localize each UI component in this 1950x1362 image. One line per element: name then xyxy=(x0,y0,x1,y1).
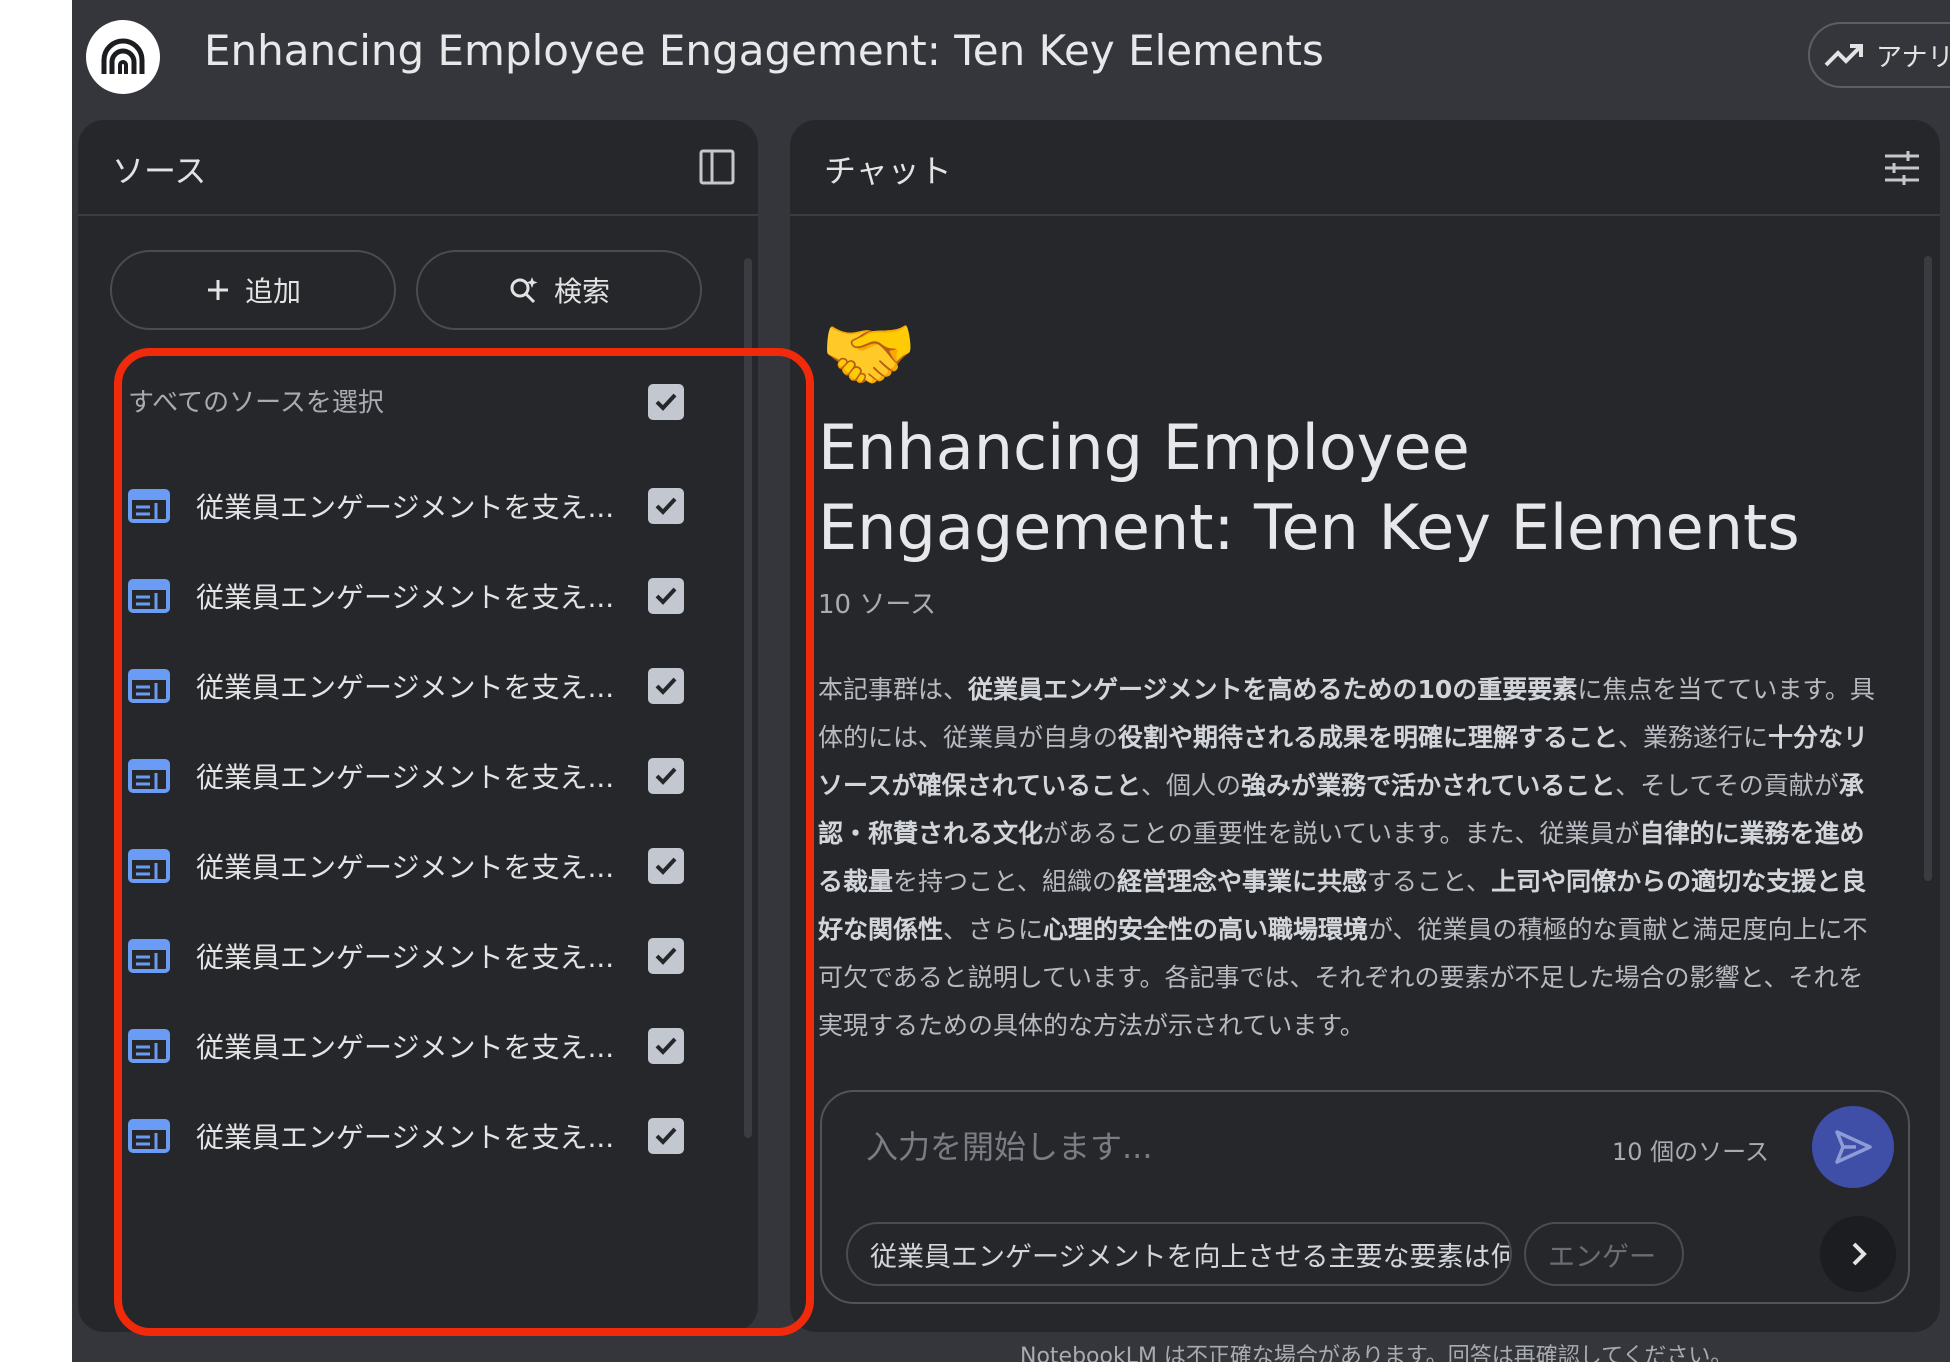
summary-segment: 、業務遂行に xyxy=(1618,723,1769,752)
chat-header: チャット xyxy=(790,120,1940,216)
trending-up-icon xyxy=(1824,44,1863,67)
notebooklm-logo-icon[interactable] xyxy=(86,20,160,94)
summary-segment: を持つこと、組織の xyxy=(893,867,1118,896)
notebook-emoji: 🤝 xyxy=(820,310,918,400)
suggestion-chip-1[interactable]: 従業員エンゲージメントを向上させる主要な要素は何ですか？ xyxy=(846,1222,1512,1286)
analytics-button[interactable]: アナリ xyxy=(1808,22,1950,88)
search-sparkle-icon xyxy=(510,277,538,304)
suggestions-next-button[interactable] xyxy=(1820,1216,1896,1292)
summary-bold-segment: 経営理念や事業に共感 xyxy=(1117,867,1368,896)
summary-segment: 、さらに xyxy=(943,915,1044,944)
sources-title: ソース xyxy=(112,152,207,190)
chat-title: チャット xyxy=(824,152,952,190)
summary-segment: 、そしてその貢献が xyxy=(1615,771,1839,800)
send-icon xyxy=(1835,1130,1872,1164)
summary-segment: すること、 xyxy=(1367,867,1492,896)
chat-composer: 10 個のソース 従業員エンゲージメントを向上させる主要な要素は何ですか？ エン… xyxy=(820,1090,1910,1304)
add-source-button[interactable]: 追加 xyxy=(110,250,396,330)
summary-bold-segment: 従業員エンゲージメントを高めるための10の重要要素 xyxy=(968,675,1578,704)
notebook-app: Enhancing Employee Engagement: Ten Key E… xyxy=(72,0,1950,1362)
suggestion-chip-2[interactable]: エンゲー xyxy=(1524,1222,1684,1286)
send-button[interactable] xyxy=(1812,1106,1894,1188)
sources-highlight-box xyxy=(114,348,814,1336)
search-sources-label: 検索 xyxy=(553,275,610,308)
panel-collapse-icon[interactable] xyxy=(698,148,736,190)
summary-segment: 、個人の xyxy=(1141,771,1242,800)
composer-source-count: 10 個のソース xyxy=(1612,1138,1769,1166)
add-source-label: 追加 xyxy=(244,275,301,308)
analytics-label: アナリ xyxy=(1876,42,1950,73)
notebook-header-title: Enhancing Employee Engagement: Ten Key E… xyxy=(204,26,1324,75)
tune-icon[interactable] xyxy=(1882,148,1922,192)
summary-bold-segment: 心理的安全性の高い職場環境 xyxy=(1043,915,1369,944)
disclaimer-text: NotebookLM は不正確な場合があります。回答は再確認してください。 xyxy=(1020,1344,1733,1362)
chat-scrollbar[interactable] xyxy=(1924,256,1932,881)
summary-bold-segment: 強みが業務で活かされていること xyxy=(1241,771,1616,800)
summary-segment: があることの重要性を説いています。また、従業員が xyxy=(1043,819,1640,848)
chat-panel: チャット 🤝 Enhancing Employee Engagement: Te… xyxy=(790,120,1940,1332)
notebook-source-count: 10 ソース xyxy=(818,590,937,620)
plus-icon xyxy=(207,280,228,300)
search-sources-button[interactable]: 検索 xyxy=(416,250,702,330)
notebook-title: Enhancing Employee Engagement: Ten Key E… xyxy=(818,411,1800,564)
notebook-summary: 本記事群は、従業員エンゲージメントを高めるための10の重要要素に焦点を当てていま… xyxy=(818,666,1878,1050)
summary-bold-segment: 役割や期待される成果を明確に理解すること xyxy=(1118,723,1619,752)
chevron-right-icon xyxy=(1852,1242,1867,1266)
chat-input[interactable] xyxy=(866,1128,1426,1166)
summary-segment: 本記事群は、 xyxy=(818,675,969,704)
sources-header: ソース xyxy=(78,120,758,216)
